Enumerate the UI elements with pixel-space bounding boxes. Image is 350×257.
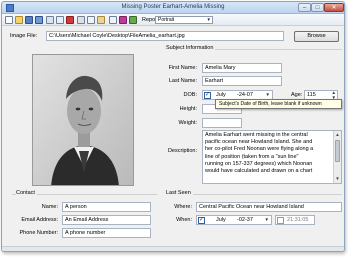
new-document-icon[interactable]	[5, 16, 13, 24]
where-label: Where:	[174, 204, 192, 210]
image-file-input[interactable]: C:\Users\Michael Coyle\Desktop\FileAmeli…	[46, 31, 284, 41]
first-name-label: First Name:	[168, 65, 197, 71]
when-checkbox[interactable]: ✓	[198, 217, 205, 224]
dob-checkbox[interactable]: ✓	[204, 92, 211, 99]
calendar-dropdown-icon[interactable]: ▼	[266, 91, 270, 99]
contact-name-input[interactable]: A person	[62, 202, 151, 212]
calendar-dropdown-icon[interactable]: ▼	[265, 216, 269, 224]
subject-info-title: Subject Information	[166, 45, 216, 51]
description-textarea[interactable]: Amelia Earhart went missing in the centr…	[202, 130, 342, 184]
height-label: Height:	[179, 106, 197, 112]
dob-month: July	[216, 92, 226, 98]
scroll-thumb[interactable]	[335, 140, 340, 162]
contact-email-label: Email Address:	[21, 217, 58, 223]
last-name-input[interactable]: Earhart	[202, 76, 282, 86]
description-line: would have calculated and drawn on a cha…	[205, 168, 313, 175]
close-button[interactable]: ✕	[324, 3, 344, 12]
image-file-label: Image File:	[10, 33, 38, 39]
dob-day: -24-07	[237, 92, 253, 98]
description-line: pacific ocean near Howland Island. She a…	[205, 139, 313, 146]
report-value: Portrait	[158, 17, 175, 23]
time-checkbox[interactable]	[277, 217, 284, 224]
contact-phone-input[interactable]: A phone number	[62, 228, 151, 238]
age-value: 115	[307, 92, 316, 98]
last-seen-title: Last Seen	[166, 190, 193, 196]
toolbar: Report: Portrait ▼	[2, 14, 344, 26]
print-preview-icon[interactable]	[56, 16, 64, 24]
subject-photo	[32, 54, 134, 186]
contact-title: Contact	[16, 190, 37, 196]
portrait-image	[33, 55, 133, 185]
when-time: 21:31:05	[287, 217, 309, 223]
dob-tooltip: Subject's Date of Birth, leave blank if …	[215, 99, 342, 109]
contact-phone-label: Phone Number:	[19, 230, 58, 236]
contact-email-input[interactable]: An Email Address	[62, 215, 151, 225]
description-line: line of position (taken from a "sun line…	[205, 153, 299, 160]
description-label: Description:	[167, 148, 197, 154]
age-label: Age:	[291, 92, 303, 98]
weight-input[interactable]	[202, 118, 242, 128]
print-icon[interactable]	[46, 16, 54, 24]
when-date-picker[interactable]: ✓ July -02-37 ▼	[196, 215, 272, 225]
window-title: Missing Poster Earhart-Amelia Missing	[121, 4, 225, 10]
description-line: running on 157-337 degrees) which Noonan	[205, 160, 313, 167]
minimize-button[interactable]: –	[298, 3, 311, 12]
description-line: her co-pilot Fred Noonan were flying alo…	[205, 146, 314, 153]
paste-icon[interactable]	[97, 16, 105, 24]
maximize-button[interactable]: □	[311, 3, 324, 12]
copy-icon[interactable]	[87, 16, 95, 24]
last-name-label: Last Name:	[168, 78, 197, 84]
text-icon[interactable]	[109, 16, 117, 24]
when-time-picker[interactable]: 21:31:05	[275, 215, 315, 225]
when-day: -02-37	[237, 217, 253, 223]
save-as-icon[interactable]	[35, 16, 43, 24]
chevron-down-icon: ▼	[206, 17, 211, 22]
description-scrollbar[interactable]: ▲ ▼	[333, 131, 341, 183]
color-icon[interactable]	[119, 16, 127, 24]
where-input[interactable]: Central Pacific Ocean near Howland Islan…	[196, 202, 342, 212]
app-window: Missing Poster Earhart-Amelia Missing – …	[1, 1, 345, 252]
dob-label: DOB:	[183, 92, 197, 98]
when-month: July	[216, 217, 226, 223]
report-select[interactable]: Portrait ▼	[155, 16, 213, 24]
scroll-down-icon[interactable]: ▼	[334, 175, 341, 183]
description-line: Amelia Earhart went missing in the centr…	[205, 132, 308, 138]
image-icon[interactable]	[129, 16, 137, 24]
save-icon[interactable]	[25, 16, 33, 24]
when-label: When:	[176, 217, 192, 223]
title-bar[interactable]: Missing Poster Earhart-Amelia Missing – …	[2, 2, 344, 14]
weight-label: Weight:	[178, 120, 197, 126]
pdf-icon[interactable]	[66, 16, 74, 24]
browse-button[interactable]: Browse	[294, 31, 339, 42]
open-folder-icon[interactable]	[15, 16, 23, 24]
contact-name-label: Name:	[41, 204, 58, 210]
first-name-input[interactable]: Amelia Mary	[202, 63, 282, 73]
scroll-up-icon[interactable]: ▲	[334, 131, 341, 139]
cut-icon[interactable]	[77, 16, 85, 24]
status-bar	[2, 246, 344, 251]
